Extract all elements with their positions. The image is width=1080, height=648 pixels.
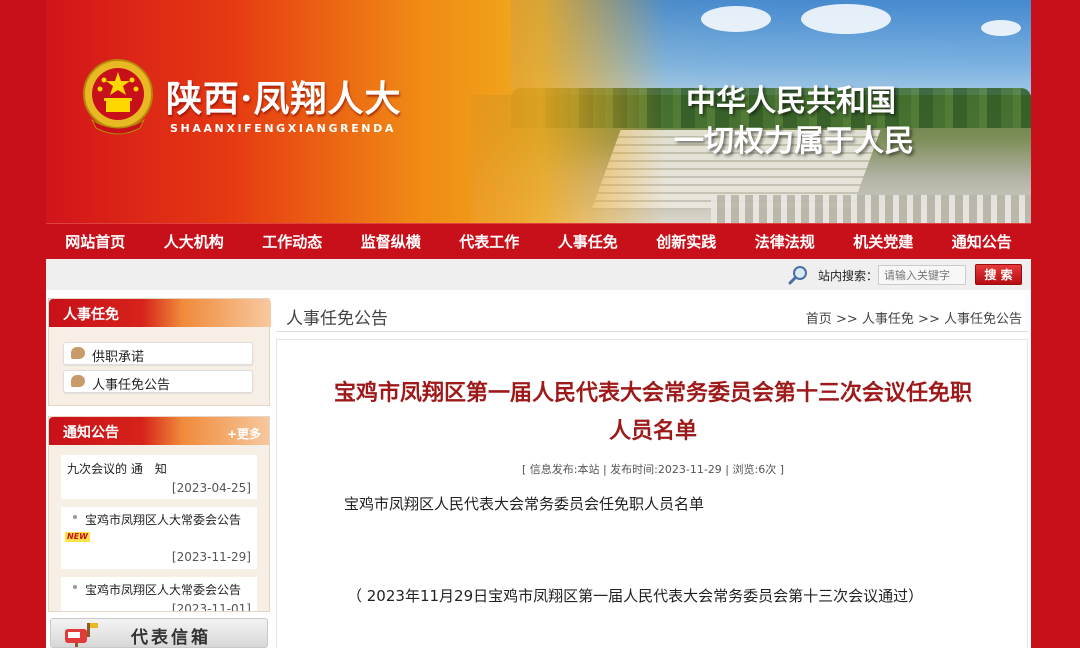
header-banner: 陕西·凤翔人大 SHAANXIFENGXIANGRENDA 中华人民共和国 一切… [46,0,1031,223]
slogan-line-2: 一切权力属于人民 [674,124,914,159]
article-meta: [ 信息发布:本站 | 发布时间:2023-11-29 | 浏览:6次 ] [521,463,785,476]
notice-date: [2023-11-01] [171,602,251,612]
breadcrumb-separator: >> [918,312,940,327]
site-name: 陕西·凤翔人大 [166,78,402,120]
nav-item-organization[interactable]: 人大机构 [145,224,244,259]
notice-title: 宝鸡市凤翔区人大常委会公告 [85,583,242,597]
content-header: 人事任免公告 首页 >> 人事任免 >> 人事任免公告 [276,300,1028,332]
breadcrumb: 首页 >> 人事任免 >> 人事任免公告 [806,308,1022,327]
banner-cloud [801,4,891,34]
deputy-mailbox-button[interactable]: 代表信箱 [50,618,268,648]
article-title: 宝鸡市凤翔区第一届人民代表大会常务委员会第十三次会议任免职 人员名单 [297,374,1009,450]
personnel-box-title: 人事任免 [63,307,119,323]
notice-item[interactable]: 九次会议的 通 知 [2023-04-25] [61,455,257,499]
nav-item-home[interactable]: 网站首页 [46,224,145,259]
search-icon [788,266,807,285]
new-badge: NEW [65,532,90,542]
nav-item-innovation[interactable]: 创新实践 [637,224,736,259]
article-paragraph: （ 2023年11月29日宝鸡市凤翔区第一届人民代表大会常务委员会第十三次会议通… [347,587,924,605]
notice-item[interactable]: 宝鸡市凤翔区人大常委会公告 NEW [2023-11-29] [61,507,257,569]
bullet-dot [73,585,77,589]
main-nav: 网站首页 人大机构 工作动态 监督纵横 代表工作 人事任免 创新实践 法律法规 … [46,223,1031,259]
breadcrumb-separator: >> [835,312,858,327]
speech-bubble-icon [71,347,85,359]
nav-item-work-news[interactable]: 工作动态 [243,224,342,259]
mailbox-icon [65,623,98,647]
side-link-label: 人事任免公告 [92,378,171,393]
search-label: 站内搜索： [818,269,879,283]
personnel-box-header: 人事任免 [49,299,271,327]
nav-item-supervision[interactable]: 监督纵横 [342,224,441,259]
notices-box-header: 通知公告 +更多 [49,417,269,445]
section-title: 人事任免公告 [286,309,388,329]
site-pinyin: SHAANXIFENGXIANGRENDA [170,122,396,135]
breadcrumb-personnel[interactable]: 人事任免 [862,312,914,327]
article-paragraph: 宝鸡市凤翔区人民代表大会常务委员会任免职人员名单 [344,495,705,513]
search-bar: 站内搜索： 搜 索 [46,259,1031,290]
article-title-line-2: 人员名单 [608,418,697,444]
notices-box-title: 通知公告 [63,425,119,441]
notices-box: 通知公告 +更多 九次会议的 通 知 [2023-04-25] 宝鸡市凤翔区人大… [48,416,270,612]
search-input[interactable] [878,265,966,285]
banner-cloud [981,20,1021,36]
notice-title: 宝鸡市凤翔区人大常委会公告 [85,513,242,527]
breadcrumb-home[interactable]: 首页 [806,312,832,327]
article: 宝鸡市凤翔区第一届人民代表大会常务委员会第十三次会议任免职 人员名单 [ 信息发… [276,339,1028,648]
side-link-label: 供职承诺 [92,350,145,365]
nav-item-notices[interactable]: 通知公告 [933,224,1032,259]
notice-date: [2023-11-29] [171,550,251,564]
side-link-personnel-notice[interactable]: 人事任免公告 [63,370,253,393]
personnel-box: 人事任免 供职承诺 人事任免公告 [48,298,271,406]
notice-date: [2023-04-25] [171,481,251,495]
banner-cloud [701,6,771,32]
banner-railing [711,195,1031,223]
nav-item-deputy-work[interactable]: 代表工作 [440,224,539,259]
slogan-line-1: 中华人民共和国 [686,84,896,119]
notice-title: 九次会议的 通 知 [67,462,167,476]
sidebar: 人事任免 供职承诺 人事任免公告 通知公告 +更多 九次会议的 通 知 [202… [48,298,271,648]
mailbox-label: 代表信箱 [131,628,211,648]
search-button[interactable]: 搜 索 [975,264,1022,285]
notice-item[interactable]: 宝鸡市凤翔区人大常委会公告 [2023-11-01] [61,577,257,612]
nav-item-party[interactable]: 机关党建 [834,224,933,259]
article-title-line-1: 宝鸡市凤翔区第一届人民代表大会常务委员会第十三次会议任免职 [333,380,972,406]
banner-slogan: 中华人民共和国 一切权力属于人民 [674,82,914,162]
nav-item-personnel[interactable]: 人事任免 [539,224,638,259]
national-emblem-icon [83,59,153,135]
side-link-commitment[interactable]: 供职承诺 [63,342,253,365]
speech-bubble-icon [71,375,85,387]
nav-item-laws[interactable]: 法律法规 [736,224,835,259]
breadcrumb-current[interactable]: 人事任免公告 [944,312,1022,327]
notices-more-link[interactable]: +更多 [227,425,261,442]
bullet-dot [73,515,77,519]
page: 陕西·凤翔人大 SHAANXIFENGXIANGRENDA 中华人民共和国 一切… [46,0,1031,648]
